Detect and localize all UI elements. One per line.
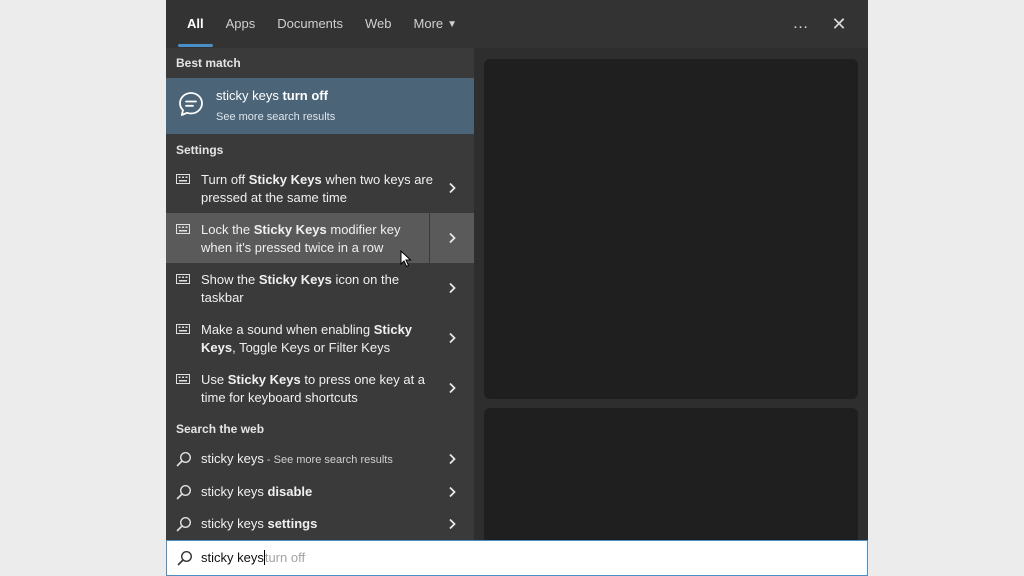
settings-result-item[interactable]: Turn off Sticky Keys when two keys are p… [166, 163, 474, 213]
settings-result-text: Lock the Sticky Keys modifier key when i… [201, 222, 401, 255]
search-box[interactable]: sticky keysturn off [166, 540, 868, 576]
preview-pane [474, 48, 868, 558]
search-icon [176, 516, 192, 532]
open-result-button[interactable] [430, 263, 474, 313]
open-result-button[interactable] [430, 476, 474, 508]
web-result-item[interactable]: sticky keys disable [166, 476, 474, 508]
search-icon [176, 484, 192, 500]
keyboard-icon [176, 224, 190, 234]
preview-card [484, 59, 858, 399]
tab-apps-label: Apps [225, 16, 256, 31]
search-input[interactable]: sticky keysturn off [201, 550, 305, 565]
web-result-text: sticky keys settings [201, 516, 318, 531]
search-panel: All Apps Documents Web More ▼ … ✕ Best ma… [166, 0, 868, 576]
keyboard-icon [176, 374, 190, 384]
web-result-text: sticky keys disable [201, 484, 313, 499]
search-icon [176, 451, 192, 467]
tab-active-indicator [178, 44, 213, 47]
tab-documents-label: Documents [277, 16, 344, 31]
settings-result-item[interactable]: Lock the Sticky Keys modifier key when i… [166, 213, 474, 263]
settings-result-text: Use Sticky Keys to press one key at a ti… [201, 372, 426, 405]
chevron-right-icon [449, 182, 456, 194]
preview-card [484, 408, 858, 558]
open-result-button[interactable] [429, 213, 474, 263]
search-autocomplete-suggestion: turn off [264, 550, 306, 565]
best-match-subtitle: See more search results [216, 111, 336, 123]
open-result-button[interactable] [430, 443, 474, 475]
search-tabs-bar: All Apps Documents Web More ▼ … ✕ [166, 0, 868, 48]
web-result-text: sticky keys - See more search results [201, 451, 393, 466]
search-query-text: sticky keys [201, 550, 264, 565]
settings-result-text: Turn off Sticky Keys when two keys are p… [201, 172, 433, 205]
best-match-title: sticky keys turn off [216, 88, 328, 103]
section-settings: Settings [176, 143, 224, 157]
close-icon[interactable]: ✕ [824, 0, 854, 48]
chevron-right-icon [449, 332, 456, 344]
tab-all-label: All [187, 16, 204, 31]
results-list: Best match sticky keys turn off See more… [166, 48, 474, 540]
more-options-icon[interactable]: … [786, 0, 816, 48]
best-match-result[interactable]: sticky keys turn off See more search res… [166, 78, 474, 134]
section-search-web: Search the web [176, 422, 265, 436]
web-result-item[interactable]: sticky keys - See more search results [166, 443, 474, 475]
open-result-button[interactable] [430, 363, 474, 413]
web-result-item[interactable]: sticky keys settings [166, 508, 474, 540]
keyboard-icon [176, 324, 190, 334]
chevron-right-icon [449, 518, 456, 530]
settings-result-item[interactable]: Make a sound when enabling Sticky Keys, … [166, 313, 474, 363]
tab-apps[interactable]: Apps [215, 0, 267, 48]
keyboard-icon [176, 174, 190, 184]
open-result-button[interactable] [430, 313, 474, 363]
search-icon [177, 550, 193, 566]
tab-more-label: More [413, 16, 444, 31]
open-result-button[interactable] [430, 508, 474, 540]
open-result-button[interactable] [430, 163, 474, 213]
tab-web-label: Web [365, 16, 392, 31]
chevron-right-icon [449, 282, 456, 294]
settings-result-item[interactable]: Use Sticky Keys to press one key at a ti… [166, 363, 474, 413]
chevron-right-icon [449, 453, 456, 465]
tab-documents[interactable]: Documents [266, 0, 354, 48]
tab-web[interactable]: Web [354, 0, 403, 48]
chevron-down-icon: ▼ [447, 19, 458, 30]
tab-list: All Apps Documents Web More ▼ [176, 0, 468, 48]
chevron-right-icon [449, 382, 456, 394]
chevron-right-icon [449, 486, 456, 498]
settings-result-text: Make a sound when enabling Sticky Keys, … [201, 322, 413, 355]
settings-result-item[interactable]: Show the Sticky Keys icon on the taskbar [166, 263, 474, 313]
chat-bubble-icon [179, 92, 203, 116]
tab-all[interactable]: All [176, 0, 215, 48]
mouse-pointer-icon [400, 250, 412, 268]
tab-more[interactable]: More ▼ [403, 0, 469, 48]
keyboard-icon [176, 274, 190, 284]
settings-result-text: Show the Sticky Keys icon on the taskbar [201, 272, 400, 305]
chevron-right-icon [449, 232, 456, 244]
section-best-match: Best match [176, 56, 241, 70]
